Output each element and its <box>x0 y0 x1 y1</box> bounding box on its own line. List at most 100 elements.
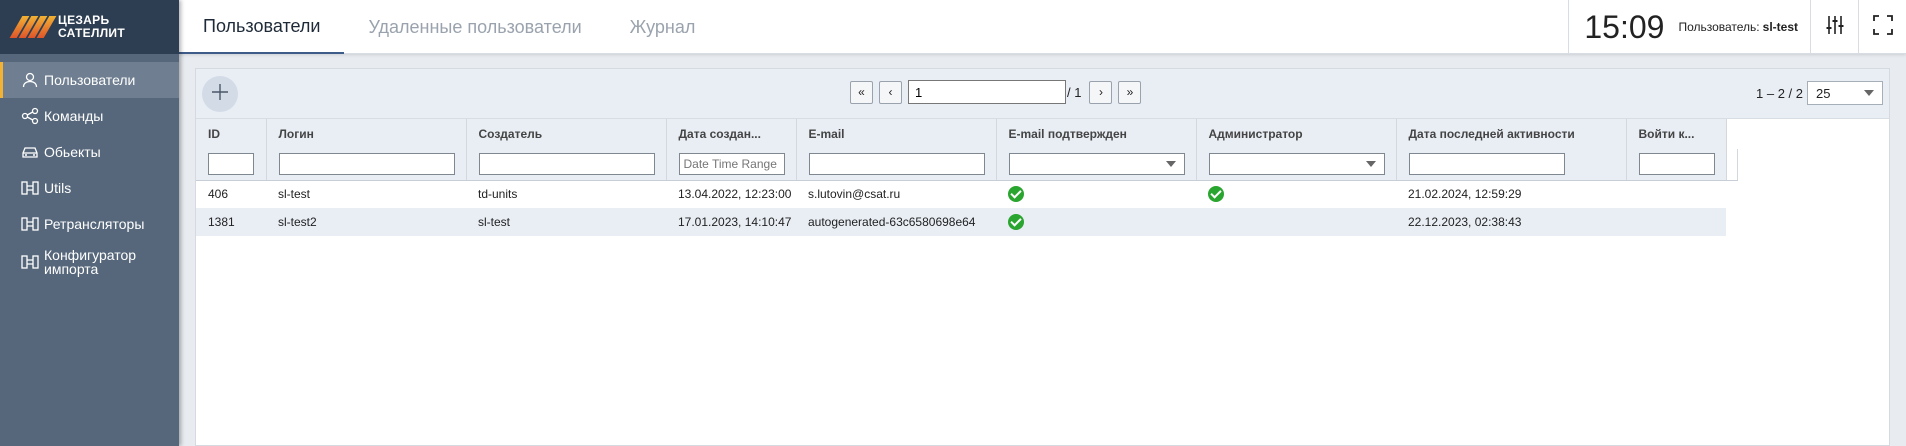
logo-stripes-icon <box>9 16 57 38</box>
add-user-button[interactable] <box>202 76 238 112</box>
settings-button[interactable] <box>1810 0 1858 54</box>
transfer-icon <box>20 252 40 272</box>
clock: 15:09 <box>1584 8 1665 45</box>
filter-created-input[interactable] <box>678 153 785 176</box>
users-panel: « ‹ / 1 › » 1 – 2 / 2 25 <box>195 68 1890 446</box>
cell-id: 406 <box>208 187 229 202</box>
double-chevron-right-icon: » <box>1126 85 1134 99</box>
last-page-button[interactable]: » <box>1118 80 1142 104</box>
column-header-created[interactable]: Дата создан... <box>666 119 797 149</box>
first-page-button[interactable]: « <box>850 80 873 104</box>
header-spacer <box>1726 119 1737 149</box>
sidebar: ЦЕЗАРЬ САТЕЛЛИТ Пользователи Команды Обь… <box>0 0 179 446</box>
cell-creator: sl-test <box>466 208 666 236</box>
column-header-email[interactable]: E-mail <box>796 119 997 149</box>
sidebar-item-label: Конфигуратор импорта <box>44 247 137 277</box>
column-header-admin[interactable]: Администратор <box>1196 119 1397 149</box>
tab-journal[interactable]: Журнал <box>606 0 720 54</box>
filter-login-as-input[interactable] <box>1638 153 1715 176</box>
page-number-input[interactable] <box>908 80 1066 104</box>
cell-creator: td-units <box>478 187 518 202</box>
filter-login-input[interactable] <box>278 153 455 176</box>
main-content: « ‹ / 1 › » 1 – 2 / 2 25 <box>179 54 1906 446</box>
tab-deleted-users[interactable]: Удаленные пользователи <box>344 0 605 54</box>
cell-login: sl-test2 <box>266 208 466 236</box>
sidebar-item-label: Пользователи <box>44 72 136 88</box>
column-header-id[interactable]: ID <box>196 119 267 149</box>
sidebar-item-label: Обьекты <box>44 144 101 160</box>
cell-email: autogenerated-63c6580698e64 <box>796 208 996 236</box>
prev-page-button[interactable]: ‹ <box>879 80 902 104</box>
cell-login-as <box>1626 180 1726 208</box>
cell-last-active: 21.02.2024, 12:59:29 <box>1408 187 1522 202</box>
sidebar-item-import-configurator[interactable]: Конфигуратор импорта <box>0 242 179 282</box>
table-row[interactable]: 406 sl-test td-units 13.04.2022, 12:23:0… <box>196 180 1737 208</box>
header-row: ID Логин Создатель Дата создан... E-mail… <box>196 119 1737 149</box>
filter-id-input[interactable] <box>208 153 254 176</box>
tab-users[interactable]: Пользователи <box>179 0 345 54</box>
cell-id: 1381 <box>196 208 266 236</box>
records-range: 1 – 2 / 2 <box>1756 86 1803 101</box>
car-icon <box>20 142 40 162</box>
cell-created: 13.04.2022, 12:23:00 <box>678 187 792 202</box>
sliders-icon <box>1824 14 1846 41</box>
double-chevron-left-icon: « <box>858 85 865 99</box>
table-row[interactable]: 1381 sl-test2 sl-test 17.01.2023, 14:10:… <box>196 208 1737 236</box>
chevron-down-icon <box>1165 161 1176 168</box>
app-window: ЦЕЗАРЬ САТЕЛЛИТ Пользователи Команды Обь… <box>0 0 1906 446</box>
filter-creator-input[interactable] <box>478 153 655 176</box>
pagination: « ‹ / 1 › » <box>850 80 1142 104</box>
cell-email: s.lutovin@csat.ru <box>808 187 901 202</box>
sidebar-item-commands[interactable]: Команды <box>0 98 179 134</box>
brand-logo[interactable]: ЦЕЗАРЬ САТЕЛЛИТ <box>0 0 179 54</box>
page-total: / 1 <box>1067 84 1082 100</box>
users-table: ID Логин Создатель Дата создан... E-mail… <box>196 119 1738 236</box>
brand-name: ЦЕЗАРЬ САТЕЛЛИТ <box>58 13 125 40</box>
filter-admin-select[interactable] <box>1208 153 1385 176</box>
chevron-right-icon: › <box>1098 85 1103 99</box>
user-icon <box>20 70 40 90</box>
sidebar-nav: Пользователи Команды Обьекты Utils Ретра… <box>0 54 179 282</box>
plus-icon <box>211 83 229 106</box>
cell-admin <box>1196 180 1396 208</box>
sidebar-item-users[interactable]: Пользователи <box>0 62 179 98</box>
transfer-icon <box>20 214 40 234</box>
filter-email-confirmed-select[interactable] <box>1008 153 1185 176</box>
check-circle-icon <box>1008 214 1024 230</box>
filter-last-active-input[interactable] <box>1408 153 1565 176</box>
sidebar-item-utils[interactable]: Utils <box>0 170 179 206</box>
cell-created: 17.01.2023, 14:10:47 <box>666 208 796 236</box>
filter-row <box>196 149 1738 181</box>
header-right: 15:09 Пользователь: sl-test <box>1568 0 1906 54</box>
chevron-down-icon <box>1365 161 1376 168</box>
cell-email-confirmed <box>996 180 1196 208</box>
column-header-login-as[interactable]: Войти к... <box>1626 119 1727 149</box>
next-page-button[interactable]: › <box>1089 80 1113 104</box>
check-circle-icon <box>1008 186 1024 203</box>
column-header-last-active[interactable]: Дата последней активности <box>1396 119 1627 149</box>
sidebar-item-objects[interactable]: Обьекты <box>0 134 179 170</box>
transfer-icon <box>20 178 40 198</box>
cell-login: sl-test <box>278 187 311 202</box>
tab-bar: Пользователи Удаленные пользователи Журн… <box>179 0 719 54</box>
cell-login-as <box>1626 208 1726 236</box>
share-icon <box>20 106 40 126</box>
user-name[interactable]: sl-test <box>1763 20 1798 34</box>
check-circle-icon <box>1208 186 1224 203</box>
sidebar-item-label: Utils <box>44 180 72 196</box>
chevron-down-icon <box>1864 90 1874 96</box>
fullscreen-button[interactable] <box>1858 0 1906 54</box>
chevron-left-icon: ‹ <box>888 85 893 99</box>
cell-email-confirmed <box>996 208 1196 236</box>
page-size-select[interactable]: 25 <box>1807 81 1883 105</box>
filter-email-input[interactable] <box>808 153 985 176</box>
clock-box: 15:09 Пользователь: sl-test <box>1568 0 1810 54</box>
column-header-email-confirmed[interactable]: E-mail подтвержден <box>996 119 1197 149</box>
sidebar-item-relays[interactable]: Ретрансляторы <box>0 206 179 242</box>
column-header-creator[interactable]: Создатель <box>466 119 667 149</box>
sidebar-item-label: Команды <box>44 108 104 124</box>
grid-toolbar: « ‹ / 1 › » 1 – 2 / 2 25 <box>196 69 1889 119</box>
page-size-value: 25 <box>1816 85 1831 101</box>
fullscreen-icon <box>1872 14 1893 40</box>
column-header-login[interactable]: Логин <box>266 119 467 149</box>
